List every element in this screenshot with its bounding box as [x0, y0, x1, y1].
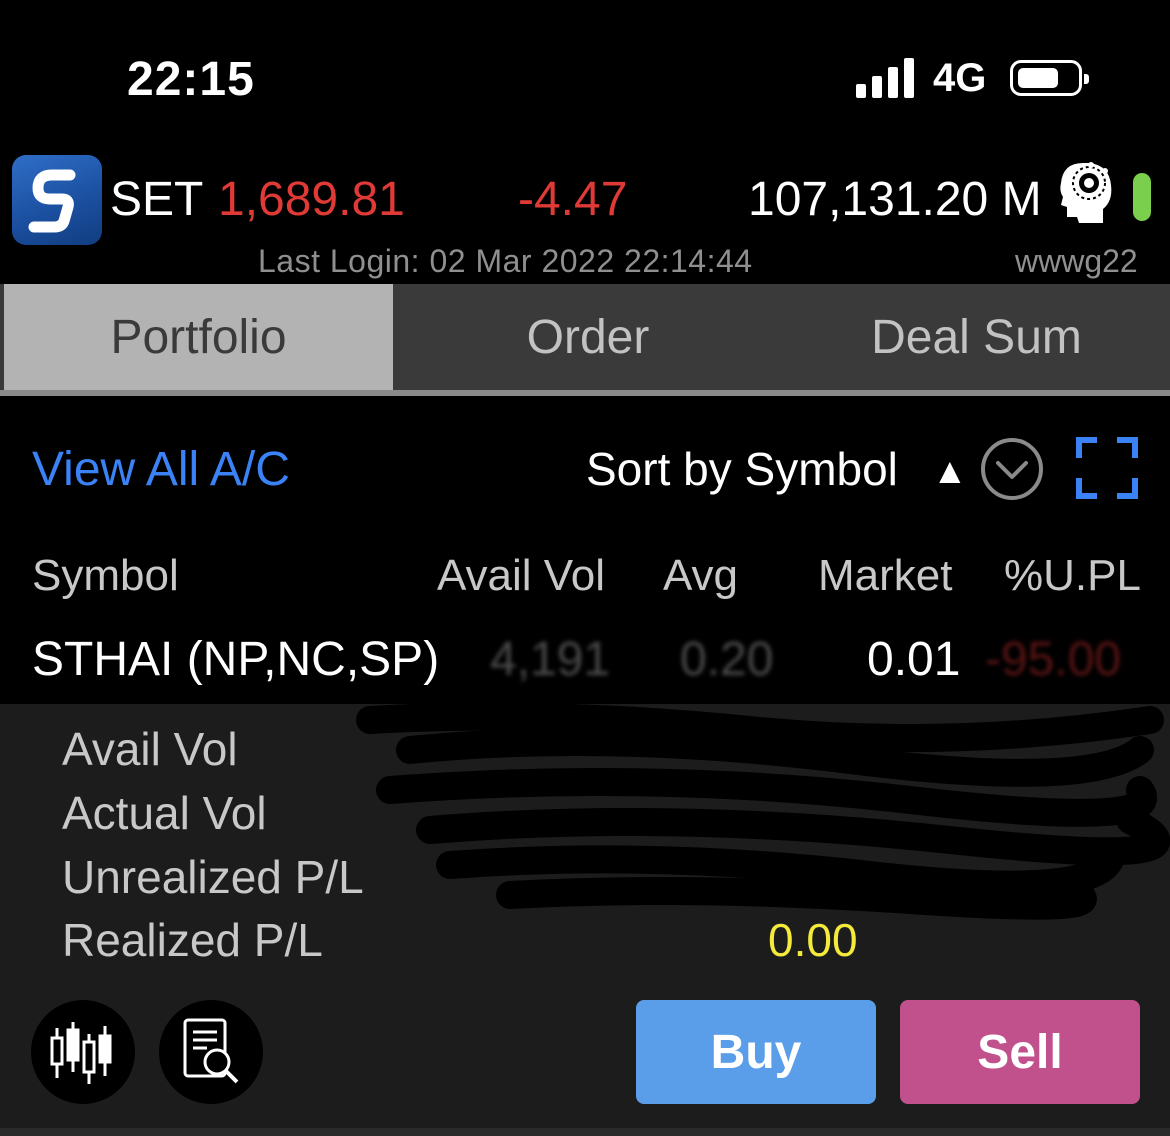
app-logo[interactable] — [12, 155, 102, 245]
status-time: 22:15 — [127, 53, 255, 106]
buy-button[interactable]: Buy — [636, 1000, 876, 1104]
col-header-symbol[interactable]: Symbol — [32, 551, 179, 601]
col-header-upl-pct[interactable]: %U.PL — [1004, 551, 1141, 601]
row-avail-vol: 4,191 — [490, 633, 611, 686]
network-type: 4G — [933, 56, 987, 100]
row-upl-pct: -95.00 — [985, 633, 1122, 686]
tab-bar: Portfolio Order Deal Sum — [0, 284, 1170, 396]
col-header-avg[interactable]: Avg — [663, 551, 738, 601]
battery-icon — [1010, 60, 1089, 96]
row-market: 0.01 — [867, 633, 961, 686]
candlestick-chart-icon[interactable] — [31, 1000, 135, 1104]
bottom-divider — [0, 1128, 1170, 1136]
sort-direction-icon[interactable]: ▲ — [932, 450, 968, 492]
signal-strength-icon — [856, 58, 916, 98]
username: wwwg22 — [1015, 243, 1138, 279]
detail-label-realized-pl: Realized P/L — [62, 914, 323, 966]
tab-divider — [0, 390, 1170, 396]
sort-label[interactable]: Sort by Symbol — [586, 442, 898, 496]
redaction-scribble — [356, 702, 1170, 920]
detail-label-actual-vol: Actual Vol — [62, 787, 267, 839]
detail-label-unrealized-pl: Unrealized P/L — [62, 851, 364, 903]
row-symbol[interactable]: STHAI (NP,NC,SP) — [32, 632, 439, 687]
index-name: SET — [110, 173, 204, 226]
col-header-market[interactable]: Market — [818, 551, 952, 601]
brain-head-icon[interactable] — [1055, 157, 1117, 225]
index-change: -4.47 — [518, 173, 628, 226]
chevron-down-icon[interactable] — [980, 437, 1044, 501]
realized-pl-value: 0.00 — [768, 914, 858, 966]
index-value: 1,689.81 — [218, 173, 405, 226]
document-search-icon[interactable] — [159, 1000, 263, 1104]
tab-order[interactable]: Order — [393, 284, 783, 390]
view-all-accounts-link[interactable]: View All A/C — [32, 442, 290, 497]
fullscreen-icon[interactable] — [1075, 436, 1139, 500]
row-avg: 0.20 — [680, 633, 774, 686]
last-login: Last Login: 02 Mar 2022 22:14:44 — [258, 243, 753, 279]
market-volume: 107,131.20 M — [748, 173, 1042, 226]
connection-status-indicator — [1133, 173, 1151, 221]
tab-portfolio[interactable]: Portfolio — [4, 284, 393, 390]
col-header-avail-vol[interactable]: Avail Vol — [437, 551, 605, 601]
tab-deal-sum[interactable]: Deal Sum — [783, 284, 1170, 390]
detail-label-avail-vol: Avail Vol — [62, 723, 238, 775]
sell-button[interactable]: Sell — [900, 1000, 1140, 1104]
